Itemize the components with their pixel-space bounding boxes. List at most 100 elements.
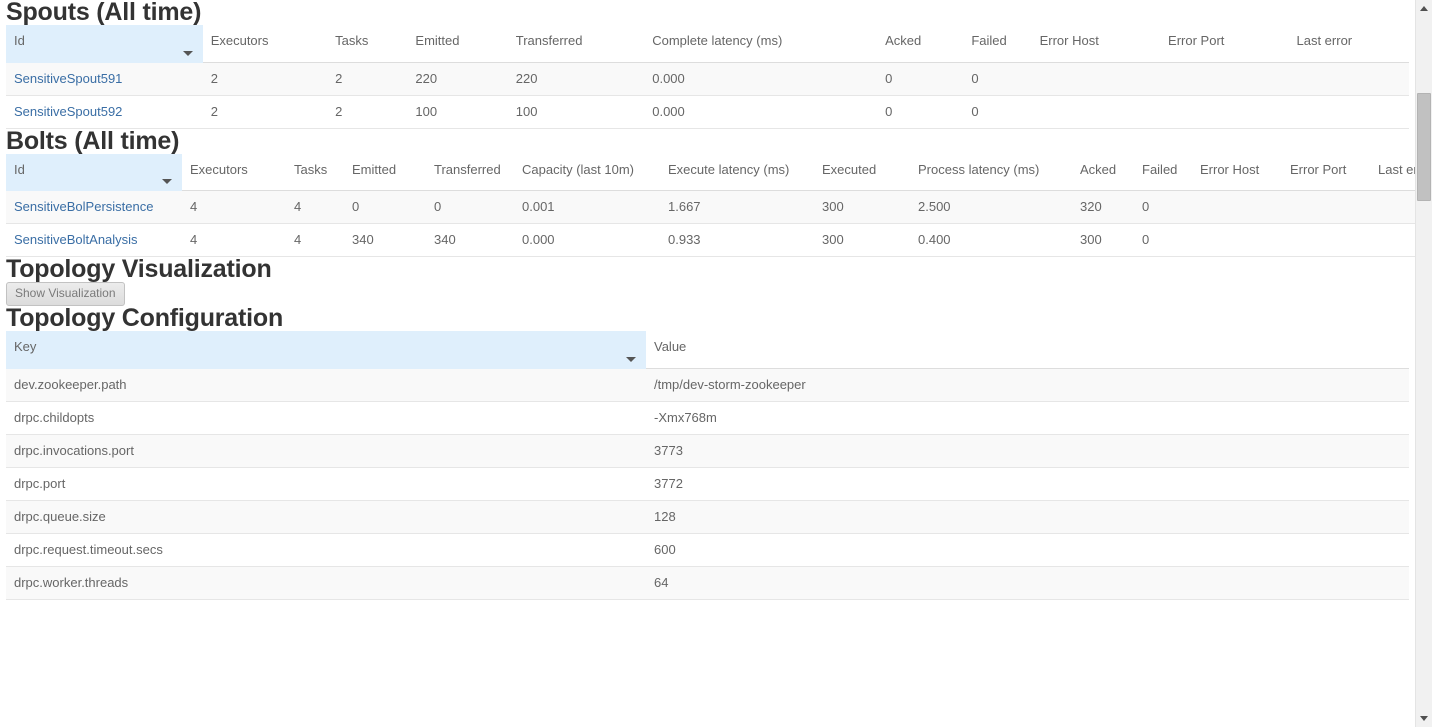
scroll-up-arrow-button[interactable] — [1416, 0, 1432, 17]
bolt-error-port-cell — [1282, 191, 1370, 224]
spouts-col-id[interactable]: Id — [6, 25, 203, 62]
bolts-col-acked-label: Acked — [1080, 162, 1116, 177]
table-row: SensitiveBoltAnalysis 4 4 340 340 0.000 … — [6, 224, 1415, 257]
spouts-col-error-port[interactable]: Error Port — [1160, 25, 1288, 62]
config-col-value[interactable]: Value — [646, 331, 1409, 368]
bolt-acked-cell: 300 — [1072, 224, 1134, 257]
config-header-row: Key Value — [6, 331, 1409, 368]
bolt-acked-cell: 320 — [1072, 191, 1134, 224]
spout-id-cell[interactable]: SensitiveSpout592 — [6, 95, 203, 128]
spouts-col-tasks-label: Tasks — [335, 33, 368, 48]
bolts-col-failed-label: Failed — [1142, 162, 1177, 177]
spouts-col-acked-label: Acked — [885, 33, 921, 48]
bolts-col-transferred[interactable]: Transferred — [426, 154, 514, 191]
spouts-col-last-error-label: Last error — [1297, 33, 1353, 48]
scroll-down-arrow-button[interactable] — [1416, 710, 1432, 727]
spouts-col-id-label: Id — [14, 33, 25, 48]
bolt-id-cell[interactable]: SensitiveBoltAnalysis — [6, 224, 182, 257]
bolts-col-executors[interactable]: Executors — [182, 154, 286, 191]
bolts-col-executed[interactable]: Executed — [814, 154, 910, 191]
bolts-col-process-latency-label: Process latency (ms) — [918, 162, 1039, 177]
bolts-col-acked[interactable]: Acked — [1072, 154, 1134, 191]
spout-tasks-cell: 2 — [327, 95, 407, 128]
spouts-col-transferred[interactable]: Transferred — [508, 25, 644, 62]
spout-failed-cell: 0 — [963, 62, 1031, 95]
config-value-cell: -Xmx768m — [646, 401, 1409, 434]
spouts-col-error-host[interactable]: Error Host — [1032, 25, 1160, 62]
bolt-id-cell[interactable]: SensitiveBolPersistence — [6, 191, 182, 224]
bolts-col-tasks-label: Tasks — [294, 162, 327, 177]
spout-transferred-cell: 100 — [508, 95, 644, 128]
bolts-col-tasks[interactable]: Tasks — [286, 154, 344, 191]
scrollbar-thumb[interactable] — [1417, 93, 1431, 201]
bolts-col-capacity[interactable]: Capacity (last 10m) — [514, 154, 660, 191]
show-visualization-button[interactable]: Show Visualization — [6, 282, 125, 306]
bolts-col-id-label: Id — [14, 162, 25, 177]
config-value-cell: 600 — [646, 533, 1409, 566]
bolts-col-execute-latency[interactable]: Execute latency (ms) — [660, 154, 814, 191]
vertical-scrollbar[interactable] — [1415, 0, 1432, 727]
bolts-col-emitted[interactable]: Emitted — [344, 154, 426, 191]
spouts-col-emitted[interactable]: Emitted — [407, 25, 507, 62]
spout-link[interactable]: SensitiveSpout592 — [14, 104, 122, 119]
bolts-col-error-port[interactable]: Error Port — [1282, 154, 1370, 191]
spouts-col-acked[interactable]: Acked — [877, 25, 963, 62]
config-key-cell: drpc.invocations.port — [6, 434, 646, 467]
spout-acked-cell: 0 — [877, 62, 963, 95]
config-value-cell: 64 — [646, 566, 1409, 599]
config-key-cell: dev.zookeeper.path — [6, 368, 646, 401]
bolts-col-error-host[interactable]: Error Host — [1192, 154, 1282, 191]
sort-descending-icon[interactable] — [626, 357, 636, 362]
bolts-col-executors-label: Executors — [190, 162, 248, 177]
bolts-col-execute-latency-label: Execute latency (ms) — [668, 162, 789, 177]
bolt-last-error-cell — [1370, 191, 1415, 224]
spout-link[interactable]: SensitiveSpout591 — [14, 71, 122, 86]
chevron-up-icon — [1420, 6, 1428, 11]
spouts-col-executors[interactable]: Executors — [203, 25, 327, 62]
spouts-col-tasks[interactable]: Tasks — [327, 25, 407, 62]
table-row: drpc.request.timeout.secs 600 — [6, 533, 1409, 566]
table-row: drpc.queue.size 128 — [6, 500, 1409, 533]
table-row: SensitiveSpout591 2 2 220 220 0.000 0 0 — [6, 62, 1409, 95]
bolt-execute-latency-cell: 0.933 — [660, 224, 814, 257]
bolt-error-port-cell — [1282, 224, 1370, 257]
spouts-col-last-error[interactable]: Last error — [1289, 25, 1410, 62]
sort-descending-icon[interactable] — [183, 51, 193, 56]
bolts-col-last-error[interactable]: Last error — [1370, 154, 1415, 191]
spout-complete-latency-cell: 0.000 — [644, 95, 877, 128]
bolt-tasks-cell: 4 — [286, 191, 344, 224]
config-key-cell: drpc.worker.threads — [6, 566, 646, 599]
table-row: drpc.worker.threads 64 — [6, 566, 1409, 599]
sort-descending-icon[interactable] — [162, 179, 172, 184]
bolt-link[interactable]: SensitiveBoltAnalysis — [14, 232, 138, 247]
spouts-table: Id Executors Tasks Emitted Transferred C… — [6, 25, 1409, 129]
bolts-col-id[interactable]: Id — [6, 154, 182, 191]
spout-last-error-cell — [1289, 95, 1410, 128]
spout-id-cell[interactable]: SensitiveSpout591 — [6, 62, 203, 95]
spout-complete-latency-cell: 0.000 — [644, 62, 877, 95]
spout-tasks-cell: 2 — [327, 62, 407, 95]
page-content: Spouts (All time) Id Executors Tasks Emi… — [0, 0, 1415, 600]
spout-error-port-cell — [1160, 95, 1288, 128]
bolt-link[interactable]: SensitiveBolPersistence — [14, 199, 153, 214]
bolts-section-title: Bolts (All time) — [6, 129, 1409, 154]
config-col-key-label: Key — [14, 339, 36, 354]
bolts-col-error-port-label: Error Port — [1290, 162, 1346, 177]
visualization-section-title: Topology Visualization — [6, 257, 1409, 282]
spout-error-port-cell — [1160, 62, 1288, 95]
spouts-col-failed[interactable]: Failed — [963, 25, 1031, 62]
bolt-transferred-cell: 0 — [426, 191, 514, 224]
bolt-tasks-cell: 4 — [286, 224, 344, 257]
spouts-col-complete-latency[interactable]: Complete latency (ms) — [644, 25, 877, 62]
bolts-col-last-error-label: Last error — [1378, 162, 1415, 177]
config-col-key[interactable]: Key — [6, 331, 646, 368]
spout-executors-cell: 2 — [203, 95, 327, 128]
bolt-process-latency-cell: 0.400 — [910, 224, 1072, 257]
bolts-table: Id Executors Tasks Emitted Transferred C… — [6, 154, 1415, 258]
bolt-emitted-cell: 340 — [344, 224, 426, 257]
bolts-col-process-latency[interactable]: Process latency (ms) — [910, 154, 1072, 191]
spout-emitted-cell: 100 — [407, 95, 507, 128]
spouts-col-failed-label: Failed — [971, 33, 1006, 48]
spouts-header-row: Id Executors Tasks Emitted Transferred C… — [6, 25, 1409, 62]
bolts-col-failed[interactable]: Failed — [1134, 154, 1192, 191]
